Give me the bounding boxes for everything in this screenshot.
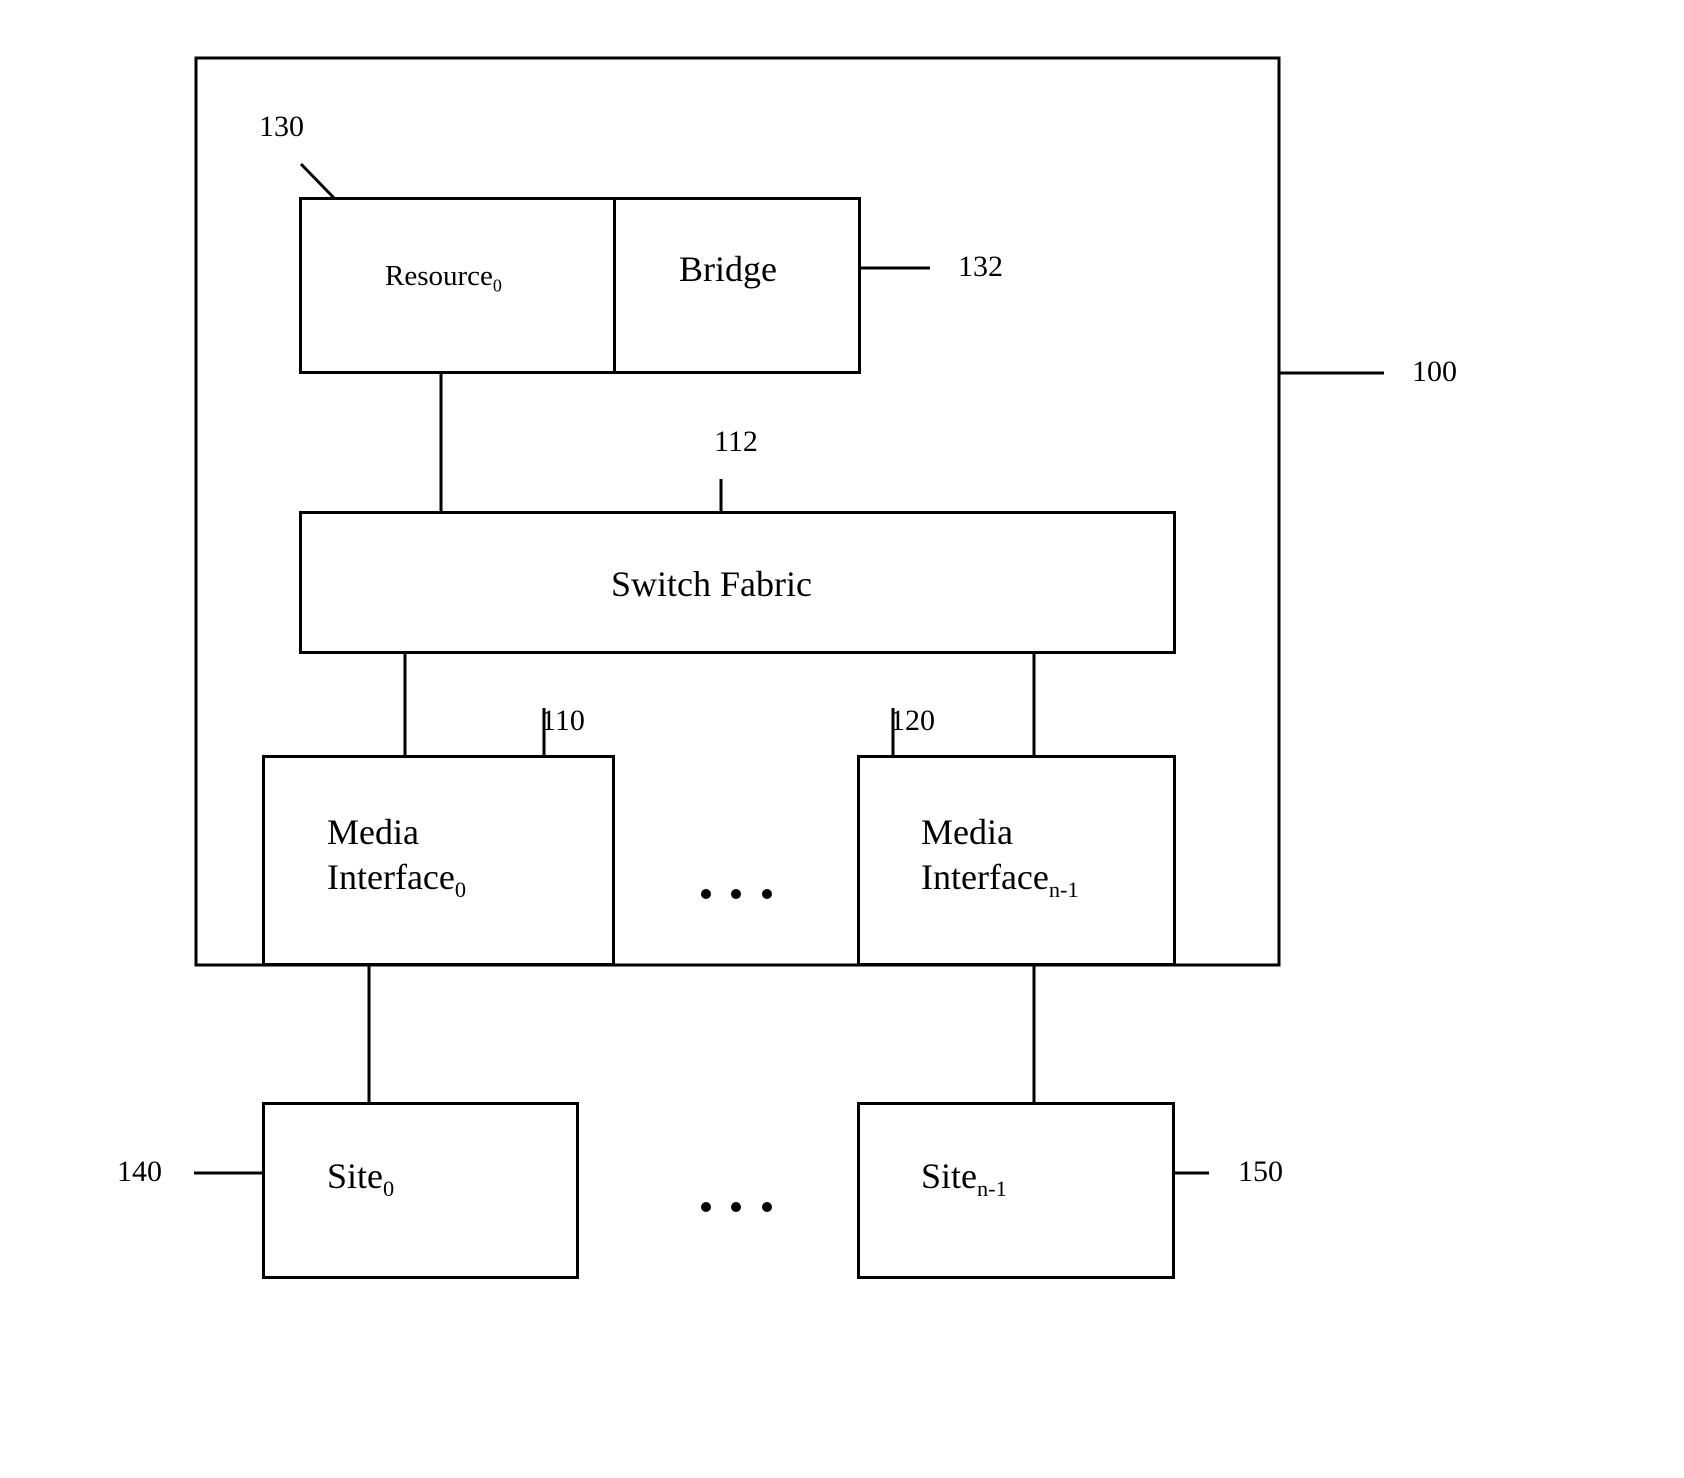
- ref-140: 140: [117, 1155, 162, 1188]
- site-n-box: [857, 1102, 1175, 1279]
- ellipsis-dot: [701, 889, 711, 899]
- media-interface-0-line1: Media: [327, 812, 419, 852]
- ellipsis-dot: [762, 889, 772, 899]
- media-interface-0-line2: Interface0: [327, 857, 467, 902]
- resource-label: Resource0: [385, 260, 502, 296]
- site-0-box: [262, 1102, 579, 1279]
- ellipsis-dot: [731, 889, 741, 899]
- ref-100: 100: [1412, 355, 1457, 388]
- media-interface-n-line1: Media: [921, 812, 1013, 852]
- ellipsis-dot: [731, 1202, 741, 1212]
- ref-132: 132: [958, 250, 1003, 283]
- media-interface-n-line2: Interfacen-1: [921, 857, 1079, 902]
- ellipsis-dot: [701, 1202, 711, 1212]
- ref-112: 112: [714, 425, 758, 458]
- ref-130: 130: [259, 110, 304, 143]
- switch-fabric-label: Switch Fabric: [611, 564, 812, 604]
- site-n-label: Siten-1: [921, 1156, 1007, 1201]
- diagram-canvas: Resource0 Bridge Switch Fabric Media Int…: [0, 0, 1684, 1478]
- leader-130: [299, 162, 337, 201]
- media-interface-0-label: Media Interface0: [327, 810, 466, 904]
- site-0-label: Site0: [327, 1156, 395, 1201]
- ellipsis-dot: [762, 1202, 772, 1212]
- media-interface-n-label: Media Interfacen-1: [921, 810, 1079, 904]
- bridge-label: Bridge: [679, 249, 777, 289]
- ref-120: 120: [890, 704, 935, 737]
- ref-110: 110: [541, 704, 585, 737]
- ref-150: 150: [1238, 1155, 1283, 1188]
